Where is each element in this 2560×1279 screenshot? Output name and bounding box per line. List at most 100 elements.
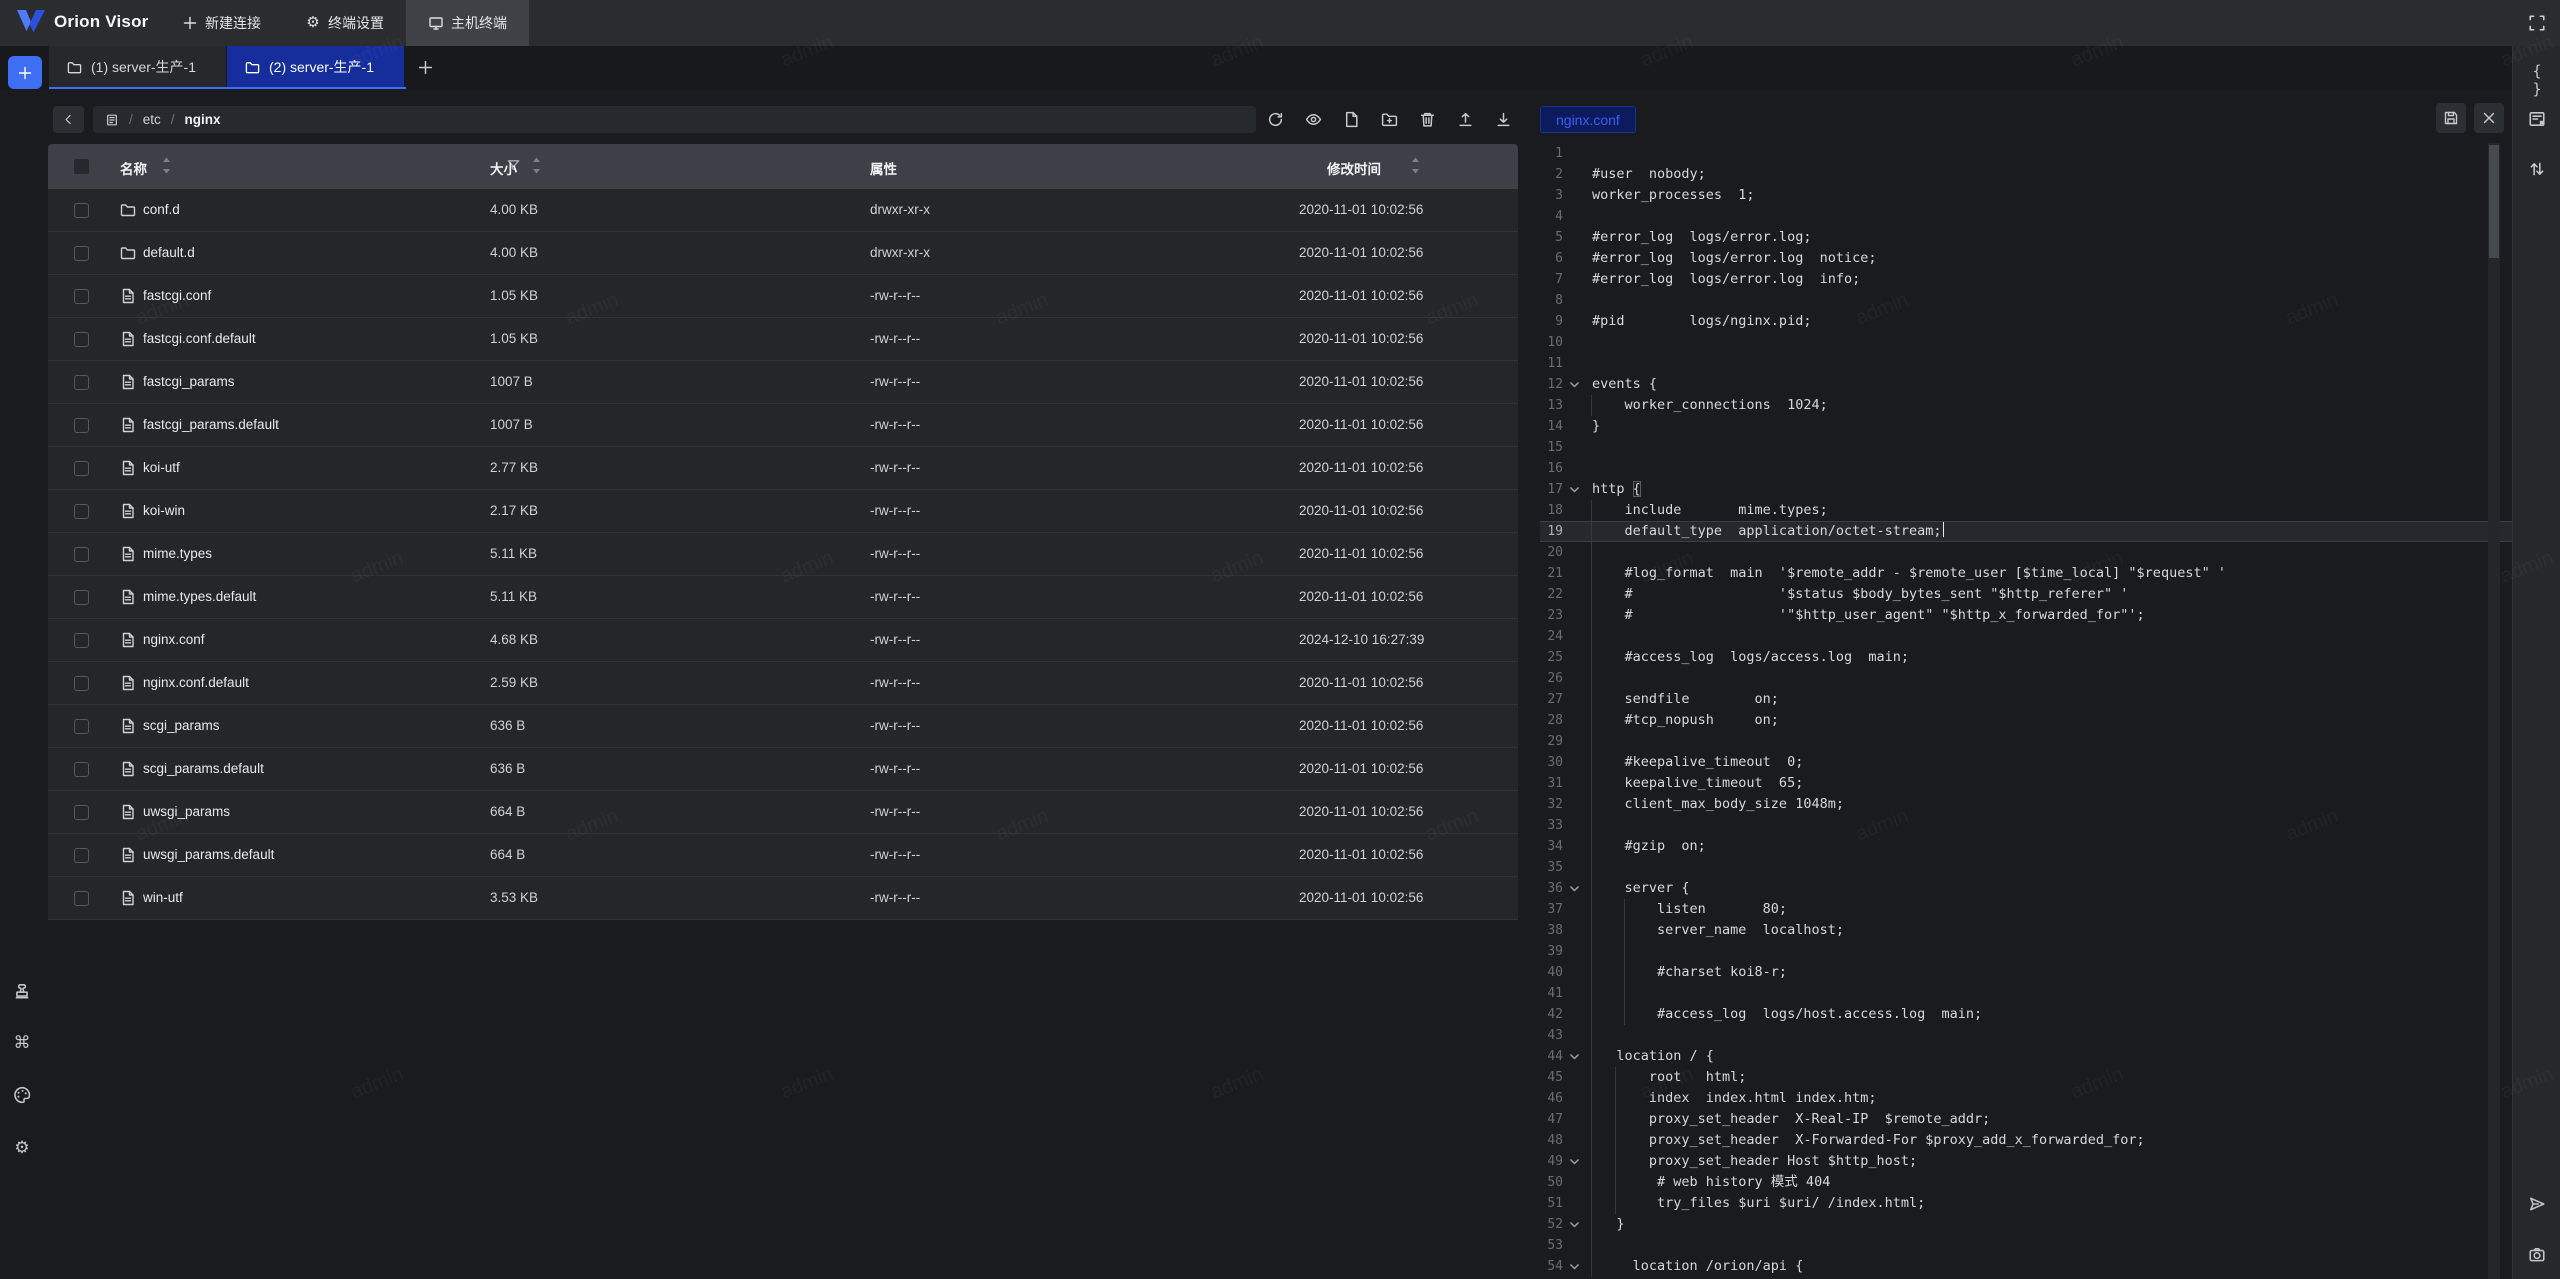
row-checkbox[interactable] bbox=[74, 461, 89, 476]
code-line-40[interactable]: 40 #charset koi8-r; bbox=[1540, 962, 2512, 983]
code-line-1[interactable]: 1 bbox=[1540, 143, 2512, 164]
row-checkbox[interactable] bbox=[74, 848, 89, 863]
code-line-41[interactable]: 41 bbox=[1540, 983, 2512, 1004]
row-checkbox[interactable] bbox=[74, 676, 89, 691]
code-line-33[interactable]: 33 bbox=[1540, 815, 2512, 836]
code-line-10[interactable]: 10 bbox=[1540, 332, 2512, 353]
code-line-5[interactable]: 5#error_log logs/error.log; bbox=[1540, 227, 2512, 248]
row-checkbox[interactable] bbox=[74, 375, 89, 390]
editor-file-tab[interactable]: nginx.conf bbox=[1540, 106, 1636, 133]
code-line-4[interactable]: 4 bbox=[1540, 206, 2512, 227]
sort-mtime-icon[interactable] bbox=[1411, 156, 1420, 175]
code-line-42[interactable]: 42 #access_log logs/host.access.log main… bbox=[1540, 1004, 2512, 1025]
code-line-20[interactable]: 20 bbox=[1540, 542, 2512, 563]
code-line-43[interactable]: 43 bbox=[1540, 1025, 2512, 1046]
code-line-14[interactable]: 14} bbox=[1540, 416, 2512, 437]
fold-chevron-icon[interactable] bbox=[1568, 882, 1581, 895]
editor-view-icon[interactable]: { } bbox=[2528, 62, 2546, 80]
sort-name-icon[interactable] bbox=[162, 156, 171, 175]
row-checkbox[interactable] bbox=[74, 719, 89, 734]
code-line-52[interactable]: 52 } bbox=[1540, 1214, 2512, 1235]
breadcrumb-item-etc[interactable]: etc bbox=[143, 112, 161, 127]
code-line-32[interactable]: 32 client_max_body_size 1048m; bbox=[1540, 794, 2512, 815]
row-checkbox[interactable] bbox=[74, 203, 89, 218]
row-checkbox[interactable] bbox=[74, 891, 89, 906]
sort-size-icon[interactable] bbox=[532, 156, 541, 175]
file-row[interactable]: fastcgi_params.default1007 B-rw-r--r--20… bbox=[48, 404, 1518, 447]
editor-scrollbar-thumb[interactable] bbox=[2489, 145, 2499, 258]
code-line-6[interactable]: 6#error_log logs/error.log notice; bbox=[1540, 248, 2512, 269]
row-checkbox[interactable] bbox=[74, 332, 89, 347]
terminal-tab-1[interactable]: (1) server-生产-1 bbox=[49, 46, 227, 88]
file-row[interactable]: uwsgi_params.default664 B-rw-r--r--2020-… bbox=[48, 834, 1518, 877]
code-line-23[interactable]: 23 # '"$http_user_agent" "$http_x_forwar… bbox=[1540, 605, 2512, 626]
column-size[interactable]: 大小 bbox=[490, 158, 517, 178]
code-line-12[interactable]: 12events { bbox=[1540, 374, 2512, 395]
shortcut-keys-icon[interactable]: ⌘ bbox=[13, 1034, 31, 1052]
back-button[interactable] bbox=[53, 106, 84, 133]
row-checkbox[interactable] bbox=[74, 805, 89, 820]
fold-chevron-icon[interactable] bbox=[1568, 378, 1581, 391]
code-line-9[interactable]: 9#pid logs/nginx.pid; bbox=[1540, 311, 2512, 332]
select-all-checkbox[interactable] bbox=[74, 159, 89, 174]
code-line-26[interactable]: 26 bbox=[1540, 668, 2512, 689]
theme-icon[interactable] bbox=[13, 1086, 31, 1104]
file-list-view-icon[interactable] bbox=[2528, 110, 2546, 128]
code-line-30[interactable]: 30 #keepalive_timeout 0; bbox=[1540, 752, 2512, 773]
code-line-15[interactable]: 15 bbox=[1540, 437, 2512, 458]
refresh-button[interactable] bbox=[1258, 102, 1292, 136]
file-row[interactable]: koi-win2.17 KB-rw-r--r--2020-11-01 10:02… bbox=[48, 490, 1518, 533]
code-line-31[interactable]: 31 keepalive_timeout 65; bbox=[1540, 773, 2512, 794]
file-row[interactable]: mime.types.default5.11 KB-rw-r--r--2020-… bbox=[48, 576, 1518, 619]
file-row[interactable]: win-utf3.53 KB-rw-r--r--2020-11-01 10:02… bbox=[48, 877, 1518, 920]
code-line-29[interactable]: 29 bbox=[1540, 731, 2512, 752]
row-checkbox[interactable] bbox=[74, 418, 89, 433]
seal-icon[interactable] bbox=[13, 982, 31, 1000]
code-line-2[interactable]: 2#user nobody; bbox=[1540, 164, 2512, 185]
close-editor-button[interactable] bbox=[2474, 103, 2504, 133]
create-file-button[interactable] bbox=[1334, 102, 1368, 136]
fold-chevron-icon[interactable] bbox=[1568, 1050, 1581, 1063]
row-checkbox[interactable] bbox=[74, 762, 89, 777]
row-checkbox[interactable] bbox=[74, 547, 89, 562]
code-line-34[interactable]: 34 #gzip on; bbox=[1540, 836, 2512, 857]
code-line-48[interactable]: 48 proxy_set_header X-Forwarded-For $pro… bbox=[1540, 1130, 2512, 1151]
file-row[interactable]: scgi_params636 B-rw-r--r--2020-11-01 10:… bbox=[48, 705, 1518, 748]
breadcrumb[interactable]: /etc/nginx bbox=[93, 106, 1256, 133]
code-line-47[interactable]: 47 proxy_set_header X-Real-IP $remote_ad… bbox=[1540, 1109, 2512, 1130]
code-line-36[interactable]: 36 server { bbox=[1540, 878, 2512, 899]
file-row[interactable]: scgi_params.default636 B-rw-r--r--2020-1… bbox=[48, 748, 1518, 791]
code-line-38[interactable]: 38 server_name localhost; bbox=[1540, 920, 2512, 941]
code-line-51[interactable]: 51 try_files $uri $uri/ /index.html; bbox=[1540, 1193, 2512, 1214]
send-command-icon[interactable] bbox=[2528, 1195, 2546, 1213]
breadcrumb-item-nginx[interactable]: nginx bbox=[185, 112, 221, 127]
fold-chevron-icon[interactable] bbox=[1568, 1155, 1581, 1168]
menu-item-终端设置[interactable]: ⚙终端设置 bbox=[283, 0, 406, 46]
file-row[interactable]: uwsgi_params664 B-rw-r--r--2020-11-01 10… bbox=[48, 791, 1518, 834]
code-line-16[interactable]: 16 bbox=[1540, 458, 2512, 479]
save-file-button[interactable] bbox=[2436, 103, 2466, 133]
delete-button[interactable] bbox=[1410, 102, 1444, 136]
terminal-tab-2[interactable]: (2) server-生产-1 bbox=[227, 46, 405, 88]
code-line-27[interactable]: 27 sendfile on; bbox=[1540, 689, 2512, 710]
code-line-50[interactable]: 50 # web history 模式 404 bbox=[1540, 1172, 2512, 1193]
menu-item-主机终端[interactable]: 主机终端 bbox=[406, 0, 529, 46]
transfer-list-icon[interactable] bbox=[2528, 160, 2546, 178]
file-row[interactable]: koi-utf2.77 KB-rw-r--r--2020-11-01 10:02… bbox=[48, 447, 1518, 490]
add-tab-icon[interactable] bbox=[417, 59, 434, 76]
code-line-49[interactable]: 49 proxy_set_header Host $http_host; bbox=[1540, 1151, 2512, 1172]
fold-chevron-icon[interactable] bbox=[1568, 1218, 1581, 1231]
create-folder-button[interactable] bbox=[1372, 102, 1406, 136]
file-row[interactable]: nginx.conf4.68 KB-rw-r--r--2024-12-10 16… bbox=[48, 619, 1518, 662]
row-checkbox[interactable] bbox=[74, 246, 89, 261]
code-line-37[interactable]: 37 listen 80; bbox=[1540, 899, 2512, 920]
fullscreen-icon[interactable] bbox=[2528, 14, 2546, 32]
file-row[interactable]: fastcgi.conf1.05 KB-rw-r--r--2020-11-01 … bbox=[48, 275, 1518, 318]
file-row[interactable]: mime.types5.11 KB-rw-r--r--2020-11-01 10… bbox=[48, 533, 1518, 576]
code-line-13[interactable]: 13 worker_connections 1024; bbox=[1540, 395, 2512, 416]
file-row[interactable]: nginx.conf.default2.59 KB-rw-r--r--2020-… bbox=[48, 662, 1518, 705]
file-row[interactable]: conf.d4.00 KBdrwxr-xr-x2020-11-01 10:02:… bbox=[48, 189, 1518, 232]
code-line-28[interactable]: 28 #tcp_nopush on; bbox=[1540, 710, 2512, 731]
panel-splitter[interactable] bbox=[1518, 90, 1540, 1279]
row-checkbox[interactable] bbox=[74, 590, 89, 605]
